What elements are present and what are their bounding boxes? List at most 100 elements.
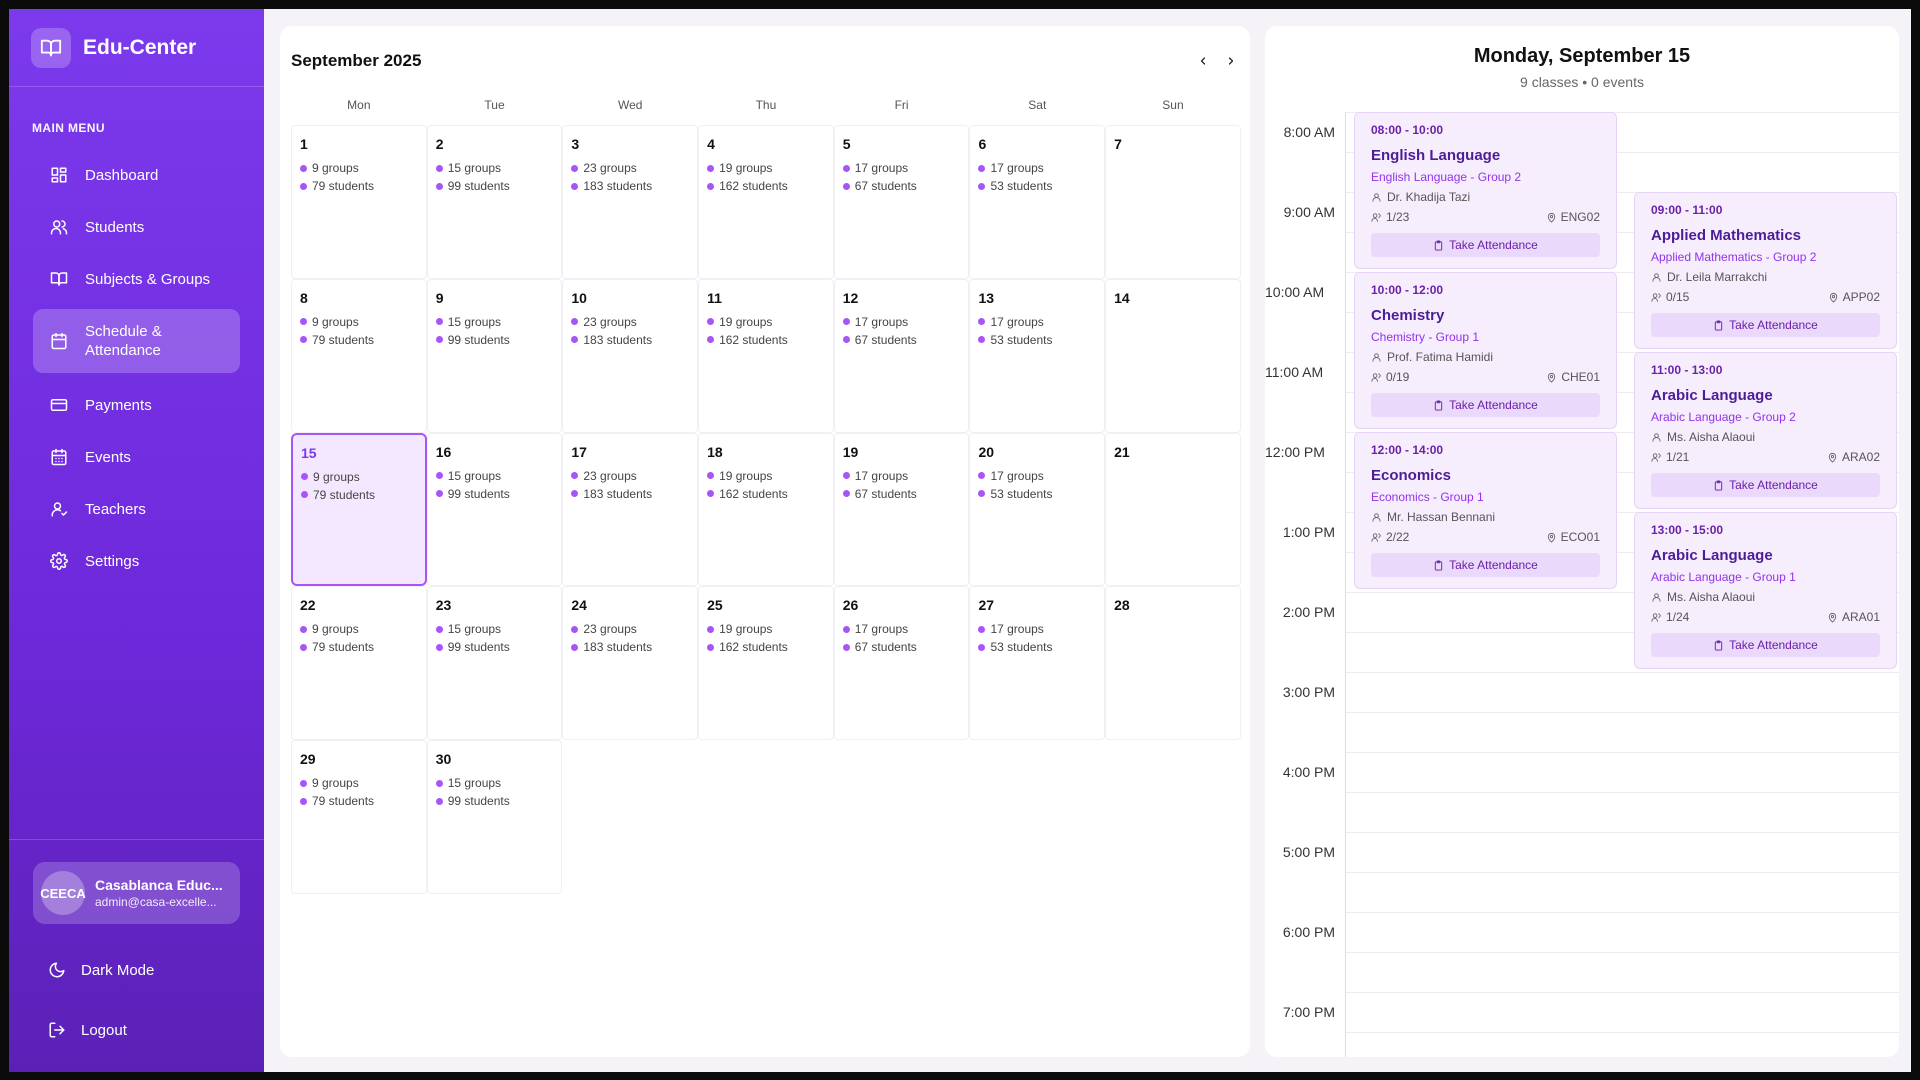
day-number: 13 <box>978 289 995 306</box>
take-attendance-label: Take Attendance <box>1729 478 1818 492</box>
grid-line <box>1346 1032 1899 1033</box>
weekday-label: Sat <box>1028 98 1047 112</box>
day-cell[interactable]: 30 15 groups 99 students <box>426 740 563 894</box>
day-cell[interactable]: 24 23 groups 183 students <box>562 586 699 741</box>
clipboard-icon <box>1433 239 1444 251</box>
bullet-dot-icon <box>435 336 443 344</box>
day-cell[interactable]: 15 9 groups 79 students <box>291 432 427 587</box>
bullet-dot-icon <box>571 336 579 344</box>
day-cell[interactable]: 3 23 groups 183 students <box>562 125 699 279</box>
take-attendance-button[interactable]: Take Attendance <box>1651 473 1880 497</box>
class-event-card[interactable]: 13:00 - 15:00 Arabic Language Arabic Langu… <box>1634 512 1897 669</box>
hour-label: 8:00 AM <box>1283 124 1335 140</box>
day-students-text: 67 students <box>854 640 917 655</box>
users-icon <box>49 217 69 237</box>
sidebar-item-events[interactable]: Events <box>33 431 240 483</box>
day-cell[interactable]: 9 15 groups 99 students <box>426 278 563 433</box>
chevron-right-icon <box>1228 57 1234 65</box>
day-groups-stat: 15 groups <box>435 620 554 638</box>
sidebar-item-label: Schedule & Attendance <box>85 323 162 359</box>
day-students-stat: 99 students <box>435 331 554 349</box>
day-groups-text: 15 groups <box>447 776 502 791</box>
grid-line <box>1346 992 1899 993</box>
day-number: 18 <box>707 443 723 460</box>
class-event-card[interactable]: 09:00 - 11:00 Applied Mathematics Applied … <box>1634 192 1897 349</box>
day-cell[interactable]: 8 9 groups 79 students <box>291 278 427 433</box>
hour-label: 3:00 PM <box>1282 684 1335 700</box>
dark-mode-toggle[interactable]: Dark Mode <box>33 950 240 990</box>
day-students-stat: 183 students <box>571 485 689 503</box>
bullet-dot-icon <box>707 336 715 344</box>
logout-button[interactable]: Logout <box>33 1010 240 1050</box>
day-title: Monday, September 15 <box>1473 45 1691 67</box>
day-cell[interactable]: 1 9 groups 79 students <box>291 125 427 279</box>
day-cell[interactable]: 10 23 groups 183 students <box>562 278 699 433</box>
day-cell[interactable]: 7 <box>1105 125 1241 279</box>
day-groups-stat: 9 groups <box>301 468 417 486</box>
sidebar-item-settings[interactable]: Settings <box>33 535 240 587</box>
day-groups-stat: 15 groups <box>435 313 554 331</box>
class-event-card[interactable]: 08:00 - 10:00 English Language English Lan… <box>1354 112 1617 269</box>
sidebar-item-teachers[interactable]: Teachers <box>33 483 240 535</box>
day-cell[interactable]: 16 15 groups 99 students <box>426 432 563 587</box>
sidebar-item-payments[interactable]: Payments <box>33 379 240 431</box>
class-event-card[interactable]: 10:00 - 12:00 Chemistry Chemistry - Group … <box>1354 272 1617 429</box>
user-card[interactable]: CEECA Casablanca Educ... admin@casa-exce… <box>33 862 240 924</box>
prev-month-button[interactable] <box>1196 54 1210 68</box>
book-open-icon <box>31 27 71 68</box>
take-attendance-button[interactable]: Take Attendance <box>1371 553 1600 577</box>
take-attendance-button[interactable]: Take Attendance <box>1371 233 1600 257</box>
day-cell[interactable]: 19 17 groups 67 students <box>833 432 970 587</box>
event-room: ENG02 <box>1560 210 1600 224</box>
take-attendance-button[interactable]: Take Attendance <box>1651 313 1880 337</box>
day-cell[interactable]: 12 17 groups 67 students <box>833 278 970 433</box>
day-groups-text: 9 groups <box>313 469 360 484</box>
day-students-text: 99 students <box>447 794 510 809</box>
day-number: 1 <box>300 136 308 152</box>
sidebar-item-subjects-groups[interactable]: Subjects & Groups <box>33 253 240 305</box>
day-cell[interactable]: 28 <box>1105 586 1241 741</box>
day-students-stat: 162 students <box>707 331 825 349</box>
day-cell[interactable]: 26 17 groups 67 students <box>833 586 970 741</box>
class-event-card[interactable]: 11:00 - 13:00 Arabic Language Arabic Langu… <box>1634 352 1897 509</box>
day-cell[interactable]: 6 17 groups 53 students <box>969 125 1106 279</box>
bullet-dot-icon <box>842 164 850 172</box>
bullet-dot-icon <box>300 318 307 326</box>
sidebar-item-dashboard[interactable]: Dashboard <box>33 149 240 201</box>
day-cell[interactable]: 25 19 groups 162 students <box>698 586 834 741</box>
day-students-stat: 183 students <box>571 638 689 656</box>
day-cell[interactable]: 27 17 groups 53 students <box>969 586 1106 741</box>
day-groups-stat: 23 groups <box>571 159 689 177</box>
day-students-stat: 99 students <box>435 638 554 656</box>
grid-line <box>1346 792 1899 793</box>
day-cell[interactable]: 20 17 groups 53 students <box>969 432 1106 587</box>
bullet-dot-icon <box>300 643 307 651</box>
day-cell[interactable]: 23 15 groups 99 students <box>426 586 563 741</box>
take-attendance-button[interactable]: Take Attendance <box>1651 633 1880 657</box>
day-cell[interactable]: 2 15 groups 99 students <box>426 125 563 279</box>
take-attendance-button[interactable]: Take Attendance <box>1371 393 1600 417</box>
day-students-text: 183 students <box>583 179 653 193</box>
weekday-label: Fri <box>894 98 909 112</box>
hour-label: 1:00 PM <box>1282 524 1335 540</box>
sidebar-item-students[interactable]: Students <box>33 201 240 253</box>
sidebar-item-schedule-attendance[interactable]: Schedule & Attendance <box>33 309 240 373</box>
day-cell[interactable]: 18 19 groups 162 students <box>698 432 834 587</box>
day-cell[interactable]: 21 <box>1105 432 1241 587</box>
clipboard-icon <box>1433 399 1444 411</box>
day-groups-stat: 17 groups <box>842 620 961 638</box>
event-title: Chemistry <box>1371 307 1445 324</box>
day-cell[interactable]: 4 19 groups 162 students <box>698 125 834 279</box>
grid-line <box>1346 832 1899 833</box>
day-cell[interactable]: 14 <box>1105 278 1241 433</box>
day-cell[interactable]: 13 17 groups 53 students <box>969 278 1106 433</box>
hour-label: 7:00 PM <box>1282 1004 1335 1020</box>
day-cell[interactable]: 5 17 groups 67 students <box>833 125 970 279</box>
day-cell[interactable]: 17 23 groups 183 students <box>562 432 699 587</box>
day-cell[interactable]: 29 9 groups 79 students <box>291 740 427 894</box>
class-event-card[interactable]: 12:00 - 14:00 Economics Economics - Group … <box>1354 432 1617 589</box>
day-groups-text: 17 groups <box>990 314 1044 329</box>
day-cell[interactable]: 11 19 groups 162 students <box>698 278 834 433</box>
next-month-button[interactable] <box>1224 54 1238 68</box>
day-cell[interactable]: 22 9 groups 79 students <box>291 586 427 741</box>
